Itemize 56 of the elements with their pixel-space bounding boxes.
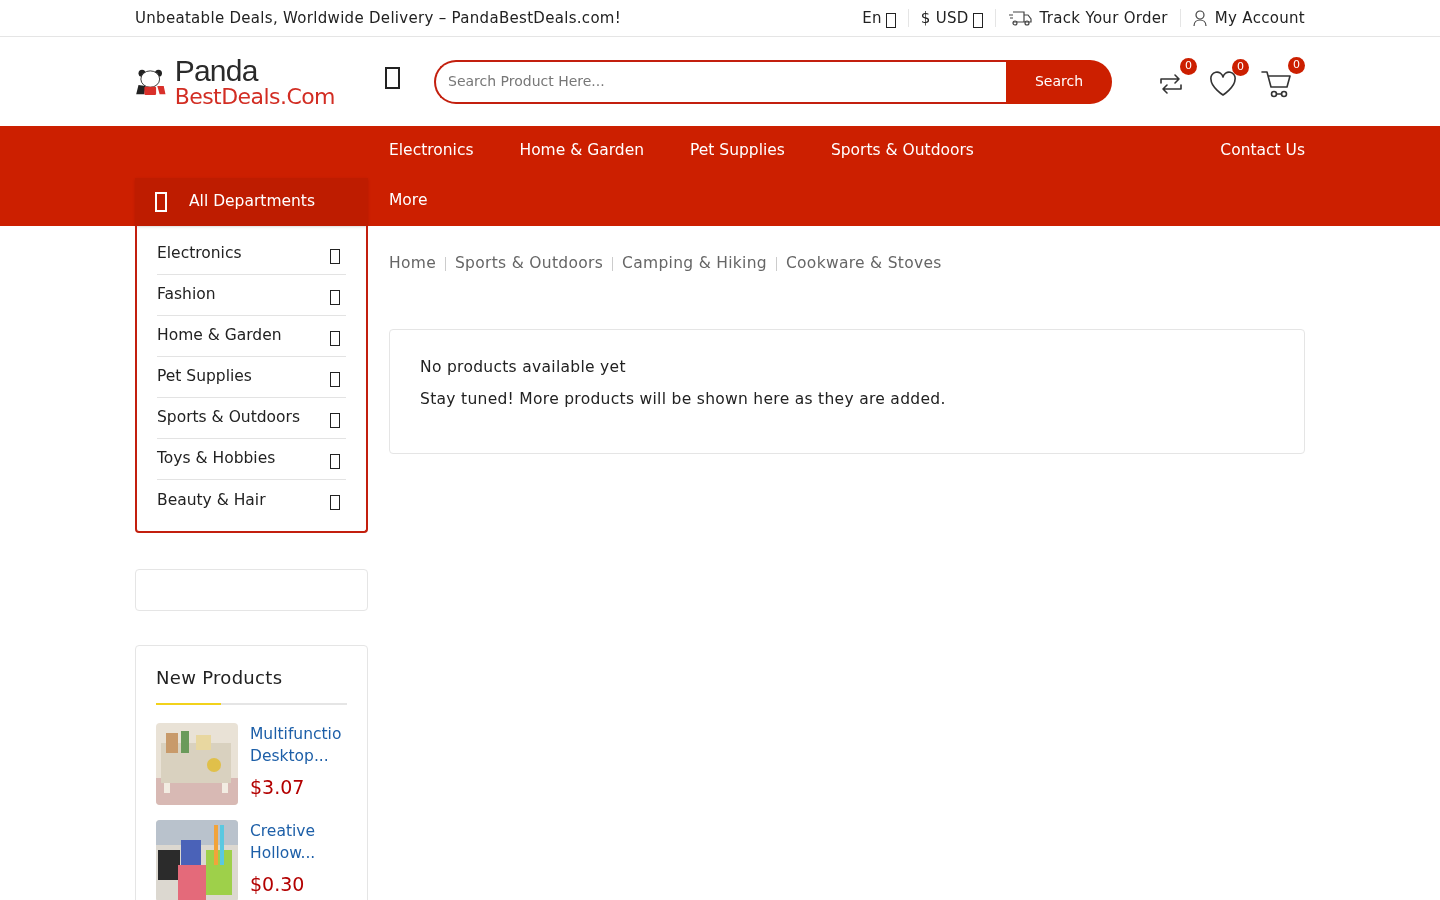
menu-glyph-icon <box>385 67 400 89</box>
department-item[interactable]: Toys & Hobbies <box>157 439 346 480</box>
logo-text: Panda <box>174 55 260 86</box>
chevron-glyph-icon <box>330 248 340 264</box>
nav-link[interactable]: More <box>389 189 428 213</box>
count-badge: 0 <box>1232 58 1249 76</box>
department-item[interactable]: Pet Supplies <box>157 357 346 398</box>
department-item[interactable]: Beauty & Hair <box>157 480 346 521</box>
menu-glyph-icon <box>155 192 167 212</box>
count-badge: 0 <box>1180 57 1197 75</box>
nav-link[interactable]: Pet Supplies <box>690 139 785 163</box>
all-departments-button[interactable]: All Departments <box>135 178 368 226</box>
notice-text: Stay tuned! More products will be shown here as they are added. <box>420 388 947 410</box>
chevron-glyph-icon <box>330 289 340 305</box>
heart-icon <box>1209 70 1237 97</box>
nav-link[interactable]: Sports & Outdoors <box>830 139 974 163</box>
header-icon-button[interactable]: 0 <box>1261 56 1305 99</box>
search-field[interactable]: Search Product Here... <box>434 59 1006 104</box>
header-icon-button[interactable]: 0 <box>1157 57 1197 98</box>
cart-icon <box>1261 68 1293 99</box>
nav-link[interactable]: Contact Us <box>1220 139 1305 163</box>
chevron-glyph-icon <box>330 495 340 510</box>
card-title: New Products <box>156 666 284 690</box>
product-price: $3.07 <box>250 775 306 800</box>
header-icon-button[interactable]: 0 <box>1209 58 1249 97</box>
logo[interactable]: Panda BestDeals.Com <box>135 55 335 108</box>
breadcrumb-link[interactable]: Sports & Outdoors <box>455 252 604 276</box>
nav-link[interactable]: Electronics <box>389 139 474 163</box>
missing-glyph-icon <box>972 12 983 28</box>
breadcrumb-link[interactable]: Camping & Hiking <box>622 252 767 276</box>
missing-glyph-icon <box>885 12 896 28</box>
chevron-glyph-icon <box>330 371 340 387</box>
chevron-glyph-icon <box>330 330 340 346</box>
breadcrumb-link[interactable]: Cookware & Stoves <box>785 252 942 276</box>
truck-icon <box>1007 10 1032 26</box>
product-name[interactable]: Multifunctio Desktop... <box>250 723 342 767</box>
chevron-glyph-icon <box>330 453 340 469</box>
count-badge: 0 <box>1288 56 1305 74</box>
tagline: Unbeatable Deals, Worldwide Delivery – PandaBestDeals.com! <box>135 7 622 29</box>
breadcrumb-link[interactable]: Home <box>389 252 436 276</box>
currency-selector[interactable]: $ USD <box>908 6 995 30</box>
product-price: $0.30 <box>250 872 306 897</box>
notice-title: No products available yet <box>420 357 627 379</box>
track-order-link[interactable]: Track Your Order <box>995 6 1180 30</box>
search-button[interactable]: Search <box>1006 59 1112 104</box>
product-name[interactable]: Creative Hollow... <box>250 820 316 864</box>
account-link[interactable]: My Account <box>1180 6 1305 30</box>
department-item[interactable]: Fashion <box>157 275 346 316</box>
chevron-glyph-icon <box>330 412 340 428</box>
nav-link[interactable]: Home & Garden <box>519 139 644 163</box>
language-selector[interactable]: En <box>850 6 908 30</box>
user-icon <box>1192 10 1207 26</box>
logo-text: BestDeals.Com <box>174 85 335 108</box>
department-item[interactable]: Electronics <box>157 234 346 275</box>
department-item[interactable]: Home & Garden <box>157 316 346 357</box>
department-item[interactable]: Sports & Outdoors <box>157 398 346 439</box>
